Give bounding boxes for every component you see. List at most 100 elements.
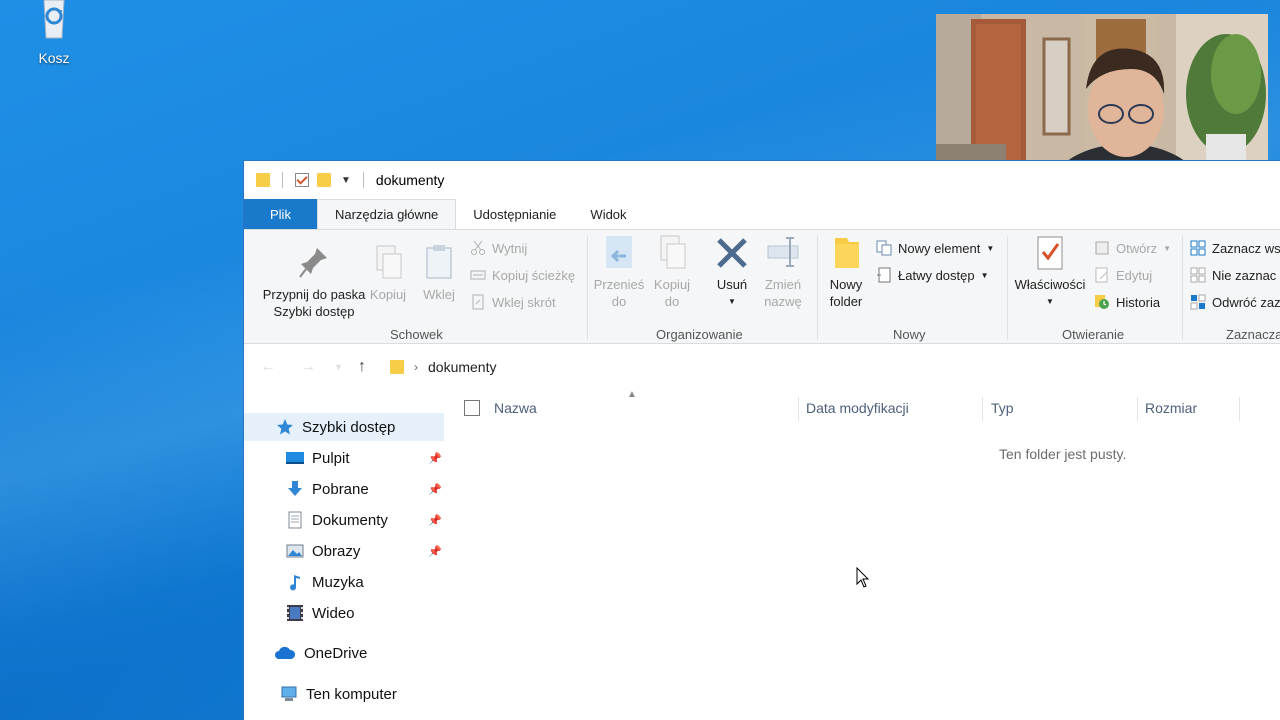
ribbon-tabs: Plik Narzędzia główne Udostępnianie Wido…: [244, 199, 1280, 229]
nav-this-pc[interactable]: Ten komputer: [244, 680, 444, 708]
breadcrumb-dokumenty[interactable]: dokumenty: [428, 359, 496, 375]
paste-shortcut-button[interactable]: Wklej skrót: [470, 294, 556, 310]
invert-selection-button[interactable]: Odwróć zaz: [1190, 294, 1280, 310]
cut-label: Wytnij: [492, 240, 528, 256]
new-item-icon: [876, 240, 892, 256]
edit-label: Edytuj: [1116, 267, 1153, 283]
invert-selection-label: Odwróć zaz: [1212, 294, 1280, 310]
desktop-icon: [286, 449, 304, 467]
download-arrow-icon: [286, 480, 304, 498]
select-all-icon: [1190, 240, 1206, 256]
column-header-date[interactable]: Data modyfikacji: [806, 400, 909, 416]
folder-icon: [390, 360, 404, 374]
copy-path-button[interactable]: Kopiuj ścieżkę: [470, 267, 575, 283]
select-none-icon: [1190, 267, 1206, 283]
nav-item-obrazy[interactable]: Obrazy 📌: [244, 537, 444, 565]
video-film-icon: [286, 604, 304, 622]
recent-locations-chevron-down-icon[interactable]: ▼: [334, 362, 343, 372]
pin-label-line2: Szybki dostęp: [273, 304, 355, 319]
history-button[interactable]: Historia: [1094, 294, 1160, 310]
open-label: Otwórz: [1116, 240, 1158, 256]
pin-icon: 📌: [428, 452, 442, 465]
nav-item-muzyka[interactable]: Muzyka: [244, 568, 444, 596]
nav-this-pc-label: Ten komputer: [306, 685, 397, 703]
nav-item-wideo[interactable]: Wideo: [244, 599, 444, 627]
select-all-checkbox[interactable]: [464, 400, 480, 416]
new-folder-button[interactable]: Nowy folder: [824, 234, 868, 310]
pin-to-quick-access-button[interactable]: Przypnij do paska Szybki dostęp: [252, 244, 376, 320]
column-divider[interactable]: [798, 397, 799, 421]
tab-home[interactable]: Narzędzia główne: [316, 199, 457, 229]
sort-ascending-chevron-icon: ▲: [627, 389, 637, 400]
customize-toolbar-chevron-icon[interactable]: ▼: [341, 175, 351, 186]
pin-icon: [297, 244, 331, 282]
recycle-bin-shortcut[interactable]: Kosz: [18, 0, 90, 66]
easy-access-dropdown[interactable]: Łatwy dostęp ▼: [876, 267, 989, 283]
up-arrow-icon[interactable]: ↑: [358, 358, 366, 376]
properties-chevron-down-icon[interactable]: ▼: [1012, 293, 1088, 310]
rename-button[interactable]: Zmień nazwę: [760, 234, 806, 310]
copy-to-button[interactable]: Kopiuj do: [648, 234, 696, 310]
tab-file[interactable]: Plik: [244, 199, 317, 229]
address-bar[interactable]: › dokumenty: [382, 352, 1280, 382]
properties-button[interactable]: Właściwości ▼: [1012, 234, 1088, 310]
column-header-type[interactable]: Typ: [991, 400, 1014, 416]
nav-item-label: Pulpit: [312, 449, 350, 467]
tab-view[interactable]: Widok: [573, 199, 643, 229]
history-icon: [1094, 294, 1110, 310]
forward-arrow-icon[interactable]: →: [300, 358, 316, 376]
open-dropdown[interactable]: Otwórz ▼: [1094, 240, 1171, 256]
nav-item-dokumenty[interactable]: Dokumenty 📌: [244, 506, 444, 534]
back-arrow-icon[interactable]: ←: [260, 358, 276, 376]
delete-chevron-down-icon[interactable]: ▼: [710, 293, 754, 310]
folder-icon: [256, 173, 270, 187]
history-label: Historia: [1116, 294, 1161, 310]
toolbar-divider: [362, 172, 364, 188]
properties-label: Właściwości: [1014, 277, 1086, 292]
tab-share[interactable]: Udostępnianie: [456, 199, 573, 229]
new-folder-label-line1: Nowy: [829, 277, 863, 292]
ribbon: Przypnij do paska Szybki dostęp Kopiuj W…: [244, 229, 1280, 344]
select-none-button[interactable]: Nie zaznac: [1190, 267, 1276, 283]
ribbon-divider: [817, 236, 818, 340]
new-folder-quick-icon[interactable]: [317, 173, 331, 187]
nav-item-label: Obrazy: [312, 542, 361, 560]
ribbon-divider: [587, 236, 588, 340]
easy-access-label: Łatwy dostęp: [898, 267, 975, 283]
paste-button[interactable]: Wklej: [418, 244, 460, 303]
move-to-button[interactable]: Przenieś do: [592, 234, 646, 310]
copy-path-label: Kopiuj ścieżkę: [492, 267, 576, 283]
scissors-icon: [470, 240, 486, 256]
file-list: ▲ Nazwa Data modyfikacji Typ Rozmiar Ten…: [444, 387, 1280, 720]
new-folder-icon: [829, 234, 863, 272]
move-to-label-line1: Przenieś: [593, 277, 645, 292]
select-all-label: Zaznacz ws: [1212, 240, 1280, 256]
address-bar-row: ← → ▼ ↑ › dokumenty: [244, 351, 1280, 383]
column-header-name[interactable]: Nazwa: [494, 400, 537, 416]
rename-icon: [766, 234, 800, 272]
new-item-dropdown[interactable]: Nowy element ▼: [876, 240, 994, 256]
star-icon: [276, 418, 294, 436]
nav-onedrive[interactable]: OneDrive: [244, 639, 444, 667]
column-header-size[interactable]: Rozmiar: [1145, 400, 1197, 416]
nav-item-pobrane[interactable]: Pobrane 📌: [244, 475, 444, 503]
select-all-button[interactable]: Zaznacz ws: [1190, 240, 1280, 256]
nav-quick-access[interactable]: Szybki dostęp: [244, 413, 444, 441]
cut-button[interactable]: Wytnij: [470, 240, 527, 256]
group-label-select: Zaznacza: [1226, 327, 1280, 342]
properties-quick-icon[interactable]: [295, 173, 309, 187]
pin-icon: 📌: [428, 545, 442, 558]
column-divider[interactable]: [1239, 397, 1240, 421]
copy-button[interactable]: Kopiuj: [366, 244, 410, 303]
paste-icon: [422, 244, 456, 282]
column-divider[interactable]: [1137, 397, 1138, 421]
delete-button[interactable]: Usuń ▼: [710, 234, 754, 310]
open-icon: [1094, 240, 1110, 256]
title-bar: ▼ dokumenty: [244, 161, 1280, 199]
cloud-icon: [274, 644, 296, 662]
nav-item-pulpit[interactable]: Pulpit 📌: [244, 444, 444, 472]
edit-button[interactable]: Edytuj: [1094, 267, 1152, 283]
paste-shortcut-label: Wklej skrót: [492, 294, 556, 310]
column-divider[interactable]: [982, 397, 983, 421]
nav-item-label: Pobrane: [312, 480, 369, 498]
